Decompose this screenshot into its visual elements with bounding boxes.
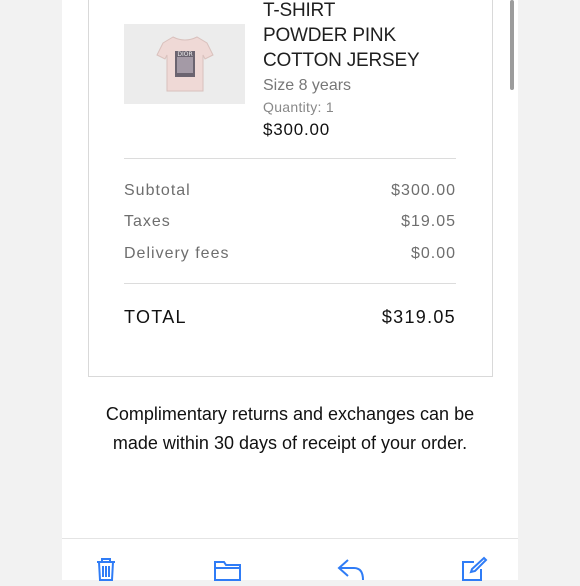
scrollbar[interactable] (510, 0, 514, 90)
total-row: TOTAL $319.05 (124, 307, 456, 328)
product-name-line-1: T-SHIRT (263, 0, 336, 21)
total-value: $319.05 (381, 307, 456, 327)
returns-notice: Complimentary returns and exchanges can … (105, 404, 475, 453)
taxes-label: Taxes (124, 213, 171, 230)
compose-icon[interactable] (460, 556, 488, 582)
product-quantity: Quantity: 1 (263, 99, 335, 115)
reply-icon[interactable] (336, 556, 364, 582)
product-image[interactable]: DIOR (124, 24, 245, 104)
svg-text:DIOR: DIOR (177, 51, 192, 58)
subtotal-label: Subtotal (124, 182, 191, 199)
divider (124, 158, 456, 159)
product-name-line-2: POWDER PINK (263, 25, 396, 46)
subtotal-row: Subtotal $300.00 (124, 182, 456, 200)
taxes-value: $19.05 (401, 213, 456, 230)
product-price: $300.00 (263, 120, 331, 139)
taxes-row: Taxes $19.05 (124, 213, 456, 231)
delivery-label: Delivery fees (124, 245, 230, 262)
total-label: TOTAL (124, 307, 187, 327)
toolbar-divider (62, 538, 518, 539)
product-size: Size 8 years (263, 77, 352, 94)
t-shirt-icon: DIOR (155, 36, 214, 92)
product-info: T-SHIRT POWDER PINK COTTON JERSEY Size 8… (263, 0, 483, 140)
delivery-row: Delivery fees $0.00 (124, 245, 456, 263)
trash-icon[interactable] (93, 556, 121, 582)
divider (124, 283, 456, 284)
delivery-value: $0.00 (410, 245, 456, 262)
folder-icon[interactable] (213, 556, 241, 582)
subtotal-value: $300.00 (391, 182, 456, 199)
product-name-line-3: COTTON JERSEY (263, 50, 420, 71)
